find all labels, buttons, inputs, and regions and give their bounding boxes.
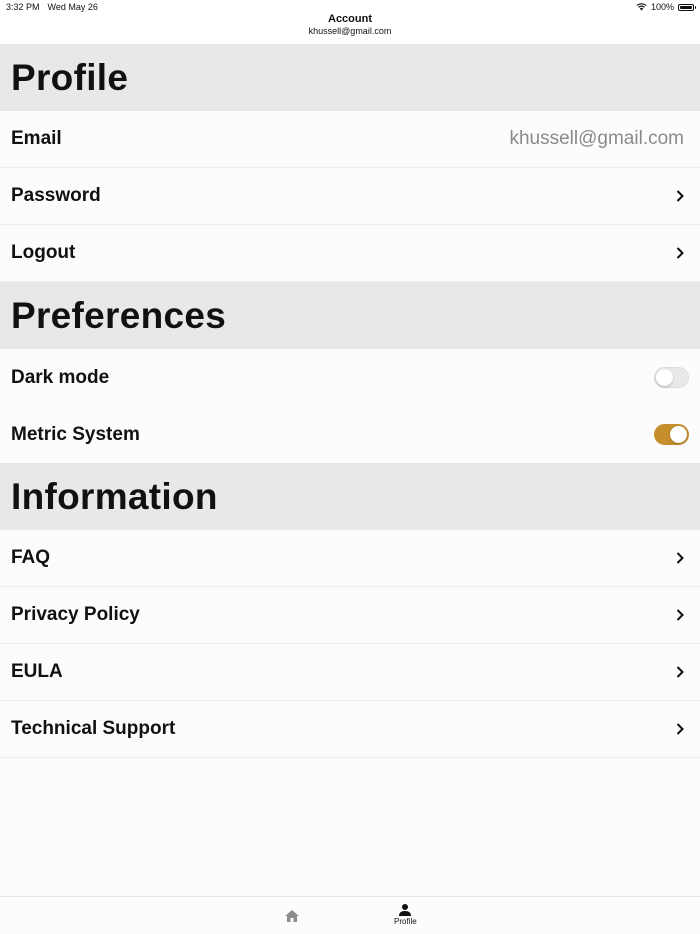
section-header-information: Information — [0, 463, 700, 530]
password-label: Password — [11, 185, 101, 206]
chevron-right-icon — [676, 723, 684, 735]
section-header-preferences: Preferences — [0, 282, 700, 349]
technical-support-row[interactable]: Technical Support — [0, 701, 700, 758]
logout-label: Logout — [11, 242, 76, 263]
tab-bar: Profile — [0, 896, 700, 934]
nav-header: Account khussell@gmail.com — [0, 12, 700, 44]
technical-support-label: Technical Support — [11, 718, 176, 739]
chevron-right-icon — [676, 666, 684, 678]
email-row: Email khussell@gmail.com — [0, 111, 700, 168]
dark-mode-row: Dark mode — [0, 349, 700, 406]
metric-system-toggle[interactable] — [654, 424, 689, 445]
eula-label: EULA — [11, 661, 63, 682]
password-row[interactable]: Password — [0, 168, 700, 225]
battery-percent: 100% — [650, 2, 674, 12]
tab-home[interactable] — [284, 909, 300, 923]
tab-profile-label: Profile — [394, 917, 417, 926]
home-icon — [285, 910, 299, 922]
email-value: khussell@gmail.com — [509, 128, 684, 149]
faq-row[interactable]: FAQ — [0, 530, 700, 587]
chevron-right-icon — [676, 190, 684, 202]
section-header-profile: Profile — [0, 44, 700, 111]
metric-system-label: Metric System — [11, 423, 140, 445]
page-title: Account — [328, 13, 372, 25]
logout-row[interactable]: Logout — [0, 225, 700, 282]
faq-label: FAQ — [11, 547, 51, 568]
chevron-right-icon — [676, 247, 684, 259]
person-icon — [399, 904, 412, 916]
dark-mode-toggle[interactable] — [654, 367, 689, 388]
privacy-policy-row[interactable]: Privacy Policy — [0, 587, 700, 644]
page-subtitle: khussell@gmail.com — [308, 26, 392, 36]
eula-row[interactable]: EULA — [0, 644, 700, 701]
settings-list: Profile Email khussell@gmail.com Passwor… — [0, 44, 700, 758]
metric-system-row: Metric System — [0, 406, 700, 463]
battery-icon — [678, 3, 696, 11]
email-label: Email — [11, 128, 62, 149]
status-time: 3:32 PM — [6, 2, 40, 12]
chevron-right-icon — [676, 609, 684, 621]
tab-profile[interactable]: Profile — [394, 903, 417, 926]
dark-mode-label: Dark mode — [11, 366, 110, 388]
privacy-policy-label: Privacy Policy — [11, 604, 140, 625]
chevron-right-icon — [676, 552, 684, 564]
status-date: Wed May 26 — [47, 2, 98, 12]
wifi-icon — [636, 3, 647, 11]
